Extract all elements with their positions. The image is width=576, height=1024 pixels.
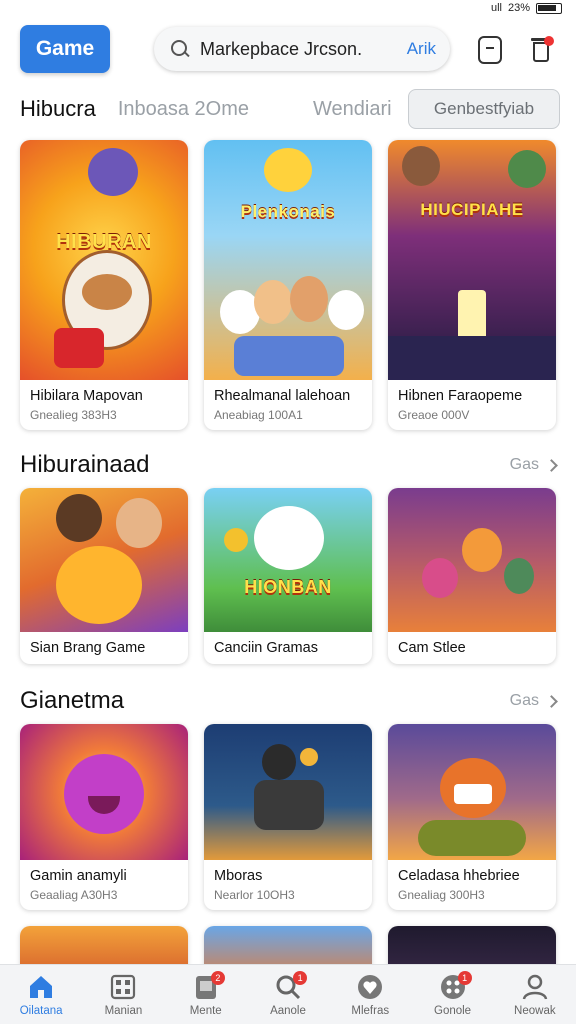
card-title: Hibilara Mapovan <box>30 388 143 404</box>
nav-item-manian[interactable]: Manian <box>82 965 164 1024</box>
home-icon <box>30 976 53 998</box>
game-card[interactable]: HIUCIPIAHE Hibnen Faraopeme Greaoe 000V <box>388 140 556 430</box>
game-thumbnail <box>388 488 556 632</box>
game-card[interactable]: Sian Brang Game <box>20 488 188 664</box>
game-card[interactable]: Celadasa hhebriee Gnealiag 300H3 <box>388 724 556 910</box>
card-row-1: HIBURAN Hibilara Mapovan Gnealieg 383H3 … <box>20 140 556 430</box>
heart-icon <box>358 975 383 999</box>
game-card[interactable]: Mboras Nearlor 10OH3 <box>204 724 372 910</box>
thumbnail-title: HIBURAN <box>56 231 152 254</box>
notification-badge: 1 <box>293 971 308 985</box>
nav-item-aanole[interactable]: 1 Aanole <box>247 965 329 1024</box>
nav-item-neowak[interactable]: Neowak <box>494 965 576 1024</box>
card-title: Sian Brang Game <box>30 640 146 656</box>
tab-hibucra[interactable]: Hibucra <box>20 96 96 122</box>
nav-item-home[interactable]: Oilatana <box>0 965 82 1024</box>
game-card[interactable]: HIONBAN Canciin Gramas <box>204 488 372 664</box>
thumbnail-title: Plenkonais <box>240 202 336 222</box>
card-title: Hibnen Faraopeme <box>398 388 523 404</box>
card-row-3: Gamin anamyli Geaaliag A30H3 Mboras Near… <box>20 724 556 910</box>
battery-icon <box>536 2 562 14</box>
chevron-right-icon <box>545 694 558 708</box>
section-header: Gianetma Gas <box>20 684 558 718</box>
game-thumbnail <box>388 724 556 860</box>
notification-badge: 1 <box>457 971 472 985</box>
game-thumbnail: HIUCIPIAHE <box>388 140 556 380</box>
bottom-navigation: Oilatana Manian 2 Mente 1 Aanole Mlefras… <box>0 964 576 1024</box>
card-title: Celadasa hhebriee <box>398 868 520 884</box>
nav-item-mlefras[interactable]: Mlefras <box>329 965 411 1024</box>
search-bar[interactable]: Markepbace Jrcson. Arik <box>154 27 450 71</box>
card-subtitle: Greaoe 000V <box>398 408 470 422</box>
see-more-link[interactable]: Gas <box>510 456 558 474</box>
game-thumbnail <box>20 488 188 632</box>
thumbnail-title: HIUCIPIAHE <box>420 200 524 219</box>
game-thumbnail <box>20 724 188 860</box>
search-input[interactable]: Markepbace Jrcson. <box>200 39 399 60</box>
tab-inboasa[interactable]: Inboasa 2Ome <box>118 98 249 121</box>
game-card[interactable]: Plenkonais Rhealmanal lalehoan Aneabiag … <box>204 140 372 430</box>
game-card[interactable]: Cam Stlee <box>388 488 556 664</box>
search-action-link[interactable]: Arik <box>407 39 436 59</box>
status-bar: ull 23% <box>0 0 576 16</box>
nav-item-mente[interactable]: 2 Mente <box>165 965 247 1024</box>
card-subtitle: Geaaliag A30H3 <box>30 888 118 902</box>
nav-item-gonole[interactable]: 1 Gonole <box>411 965 493 1024</box>
search-icon <box>170 39 190 59</box>
card-subtitle: Nearlor 10OH3 <box>214 888 295 902</box>
game-card[interactable]: HIBURAN Hibilara Mapovan Gnealieg 383H3 <box>20 140 188 430</box>
bookmark-icon[interactable] <box>478 36 502 64</box>
battery-percent: 23% <box>507 2 530 14</box>
card-title: Mboras <box>214 868 263 884</box>
see-more-link[interactable]: Gas <box>510 692 558 710</box>
card-subtitle: Gnealiag 300H3 <box>398 888 485 902</box>
section-title: Hiburainaad <box>20 451 150 478</box>
filter-button[interactable]: Genbestfyiab <box>408 89 560 129</box>
signal-icon: ull <box>490 2 502 14</box>
card-title: Rhealmanal lalehoan <box>214 388 351 404</box>
section-title: Gianetma <box>20 687 125 714</box>
card-title: Canciin Gramas <box>214 640 318 656</box>
game-thumbnail <box>204 724 372 860</box>
game-thumbnail: Plenkonais <box>204 140 372 380</box>
thumbnail-title: HIONBAN <box>244 577 332 598</box>
grid-icon <box>111 974 136 1000</box>
card-title: Gamin anamyli <box>30 868 127 884</box>
card-title: Cam Stlee <box>398 640 466 656</box>
trash-icon[interactable] <box>530 36 554 64</box>
card-subtitle: Aneabiag 100A1 <box>214 408 303 422</box>
card-row-2: Sian Brang Game HIONBAN Canciin Gramas C… <box>20 488 556 664</box>
top-bar: Game Markepbace Jrcson. Arik <box>20 24 560 74</box>
tab-wendiari[interactable]: Wendiari <box>313 98 392 121</box>
section-header: Hiburainaad Gas <box>20 448 558 482</box>
card-subtitle: Gnealieg 383H3 <box>30 408 117 422</box>
game-button[interactable]: Game <box>20 25 110 73</box>
profile-icon <box>522 974 548 1000</box>
game-thumbnail: HIBURAN <box>20 140 188 380</box>
game-thumbnail: HIONBAN <box>204 488 372 632</box>
notification-badge: 2 <box>210 971 225 985</box>
game-card[interactable]: Gamin anamyli Geaaliag A30H3 <box>20 724 188 910</box>
tab-bar: Hibucra Inboasa 2Ome Wendiari Genbestfyi… <box>20 88 560 130</box>
chevron-right-icon <box>545 458 558 472</box>
